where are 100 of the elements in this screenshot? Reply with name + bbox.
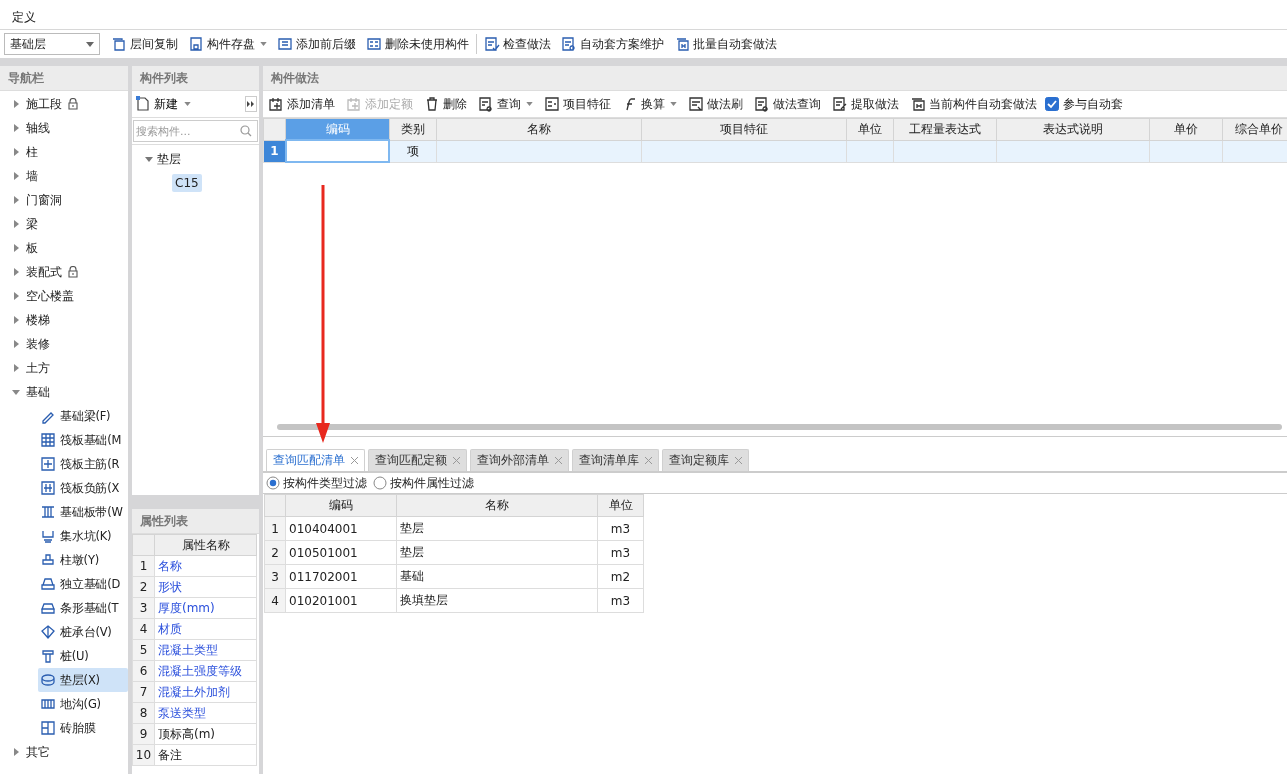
row-number: 1 (264, 516, 286, 541)
nav-item[interactable]: 梁 (0, 212, 128, 236)
column-header[interactable]: 单位 (846, 118, 894, 140)
toolbar-button[interactable]: 检查做法 (481, 35, 554, 53)
radio-icon[interactable] (373, 476, 387, 490)
toolbar-button[interactable]: 提取做法 (829, 95, 902, 113)
nav-item[interactable]: 楼梯 (0, 308, 128, 332)
caret-icon[interactable] (12, 172, 20, 180)
caret-icon[interactable] (12, 268, 20, 276)
nav-item[interactable]: 装配式 (0, 260, 128, 284)
nav-item[interactable]: 地沟(G) (0, 692, 128, 716)
nav-item[interactable]: 筏板基础(M (0, 428, 128, 452)
nav-item[interactable]: 柱墩(Y) (0, 548, 128, 572)
nav-item[interactable]: 桩(U) (0, 644, 128, 668)
menu-item[interactable]: 定义 (12, 9, 36, 29)
caret-icon[interactable] (12, 340, 20, 348)
caret-icon[interactable] (184, 102, 191, 106)
nav-item[interactable]: 轴线 (0, 116, 128, 140)
search-field[interactable]: 搜索构件... (133, 120, 258, 142)
close-icon[interactable] (645, 457, 652, 464)
caret-icon[interactable] (12, 196, 20, 204)
nav-item[interactable]: 土方 (0, 356, 128, 380)
close-icon[interactable] (453, 457, 460, 464)
component-icon (40, 600, 56, 616)
toolbar-button[interactable]: 做法刷 (685, 95, 746, 113)
nav-item[interactable]: 门窗洞 (0, 188, 128, 212)
nav-item[interactable]: 墙 (0, 164, 128, 188)
caret-icon[interactable] (12, 292, 20, 300)
table-cell: 换填垫层 (396, 588, 598, 613)
caret-icon[interactable] (12, 148, 20, 156)
caret-icon[interactable] (670, 102, 677, 106)
nav-item[interactable]: 集水坑(K) (0, 524, 128, 548)
toolbar-button[interactable]: 删除 (421, 95, 470, 113)
auto-match-checkbox[interactable]: 参与自动套 (1045, 95, 1123, 113)
close-icon[interactable] (735, 457, 742, 464)
column-header[interactable]: 名称 (436, 118, 642, 140)
nav-item[interactable]: 基础梁(F) (0, 404, 128, 428)
caret-icon[interactable] (260, 42, 267, 46)
nav-item[interactable]: 基础 (0, 380, 128, 404)
row-number: 7 (132, 681, 155, 703)
column-header[interactable]: 单价 (1149, 118, 1223, 140)
toolbar-button[interactable]: 换算 (619, 95, 680, 113)
radio-icon[interactable] (266, 476, 280, 490)
caret-icon[interactable] (12, 220, 20, 228)
caret-icon[interactable] (145, 155, 153, 163)
caret-icon[interactable] (12, 748, 20, 756)
toolbar-button[interactable]: 自动套方案维护 (558, 35, 667, 53)
nav-item[interactable]: 板 (0, 236, 128, 260)
close-icon[interactable] (555, 457, 562, 464)
nav-item[interactable]: 独立基础(D (0, 572, 128, 596)
toolbar-button[interactable]: 删除未使用构件 (363, 35, 472, 53)
toolbar-button[interactable]: 批量自动套做法 (671, 35, 780, 53)
nav-item[interactable]: 基础板带(W (0, 500, 128, 524)
scrollbar[interactable] (277, 424, 1282, 430)
filter-radio[interactable]: 按构件类型过滤 (266, 474, 367, 492)
nav-item[interactable]: 筏板主筋(R (0, 452, 128, 476)
nav-item[interactable]: 施工段 (0, 92, 128, 116)
caret-icon[interactable] (12, 316, 20, 324)
column-header[interactable]: 类别 (389, 118, 436, 140)
tab[interactable]: 查询匹配定额 (368, 449, 467, 471)
caret-icon[interactable] (12, 100, 20, 108)
expand-button[interactable] (245, 96, 257, 112)
floor-dropdown[interactable]: 基础层 (4, 33, 100, 55)
nav-item[interactable]: 柱 (0, 140, 128, 164)
close-icon[interactable] (351, 457, 358, 464)
caret-icon[interactable] (12, 124, 20, 132)
tree-node[interactable]: 垫层 (132, 147, 259, 171)
column-header[interactable]: 工程量表达式 (893, 118, 997, 140)
column-header[interactable]: 表达式说明 (996, 118, 1150, 140)
toolbar-button[interactable]: 层间复制 (108, 35, 181, 53)
toolbar-button[interactable]: 添加清单 (265, 95, 338, 113)
caret-icon[interactable] (12, 364, 20, 372)
caret-icon[interactable] (12, 388, 20, 396)
checkbox-icon[interactable] (1045, 97, 1059, 111)
tree-item[interactable]: C15 (172, 174, 202, 192)
tab[interactable]: 查询清单库 (572, 449, 659, 471)
component-icon (40, 672, 56, 688)
tab[interactable]: 查询匹配清单 (266, 449, 365, 471)
toolbar-button[interactable]: 项目特征 (541, 95, 614, 113)
tab[interactable]: 查询定额库 (662, 449, 749, 471)
toolbar-button[interactable]: 查询 (475, 95, 536, 113)
column-header[interactable]: 综合单价 (1223, 118, 1287, 140)
new-button[interactable]: 新建 (134, 95, 193, 113)
nav-item[interactable]: 装修 (0, 332, 128, 356)
nav-item[interactable]: 垫层(X) (38, 668, 128, 692)
toolbar-button[interactable]: 构件存盘 (185, 35, 270, 53)
tab[interactable]: 查询外部清单 (470, 449, 569, 471)
toolbar-button[interactable]: 当前构件自动套做法 (907, 95, 1040, 113)
toolbar-button[interactable]: 做法查询 (751, 95, 824, 113)
toolbar-button[interactable]: 添加前后缀 (274, 35, 359, 53)
nav-item[interactable]: 条形基础(T (0, 596, 128, 620)
column-header[interactable]: 项目特征 (641, 118, 847, 140)
nav-item[interactable]: 桩承台(V) (0, 620, 128, 644)
nav-item[interactable]: 筏板负筋(X (0, 476, 128, 500)
nav-item[interactable]: 其它 (0, 740, 128, 764)
nav-item[interactable]: 空心楼盖 (0, 284, 128, 308)
nav-item[interactable]: 砖胎膜 (0, 716, 128, 740)
caret-icon[interactable] (12, 244, 20, 252)
caret-icon[interactable] (526, 102, 533, 106)
filter-radio[interactable]: 按构件属性过滤 (373, 474, 474, 492)
